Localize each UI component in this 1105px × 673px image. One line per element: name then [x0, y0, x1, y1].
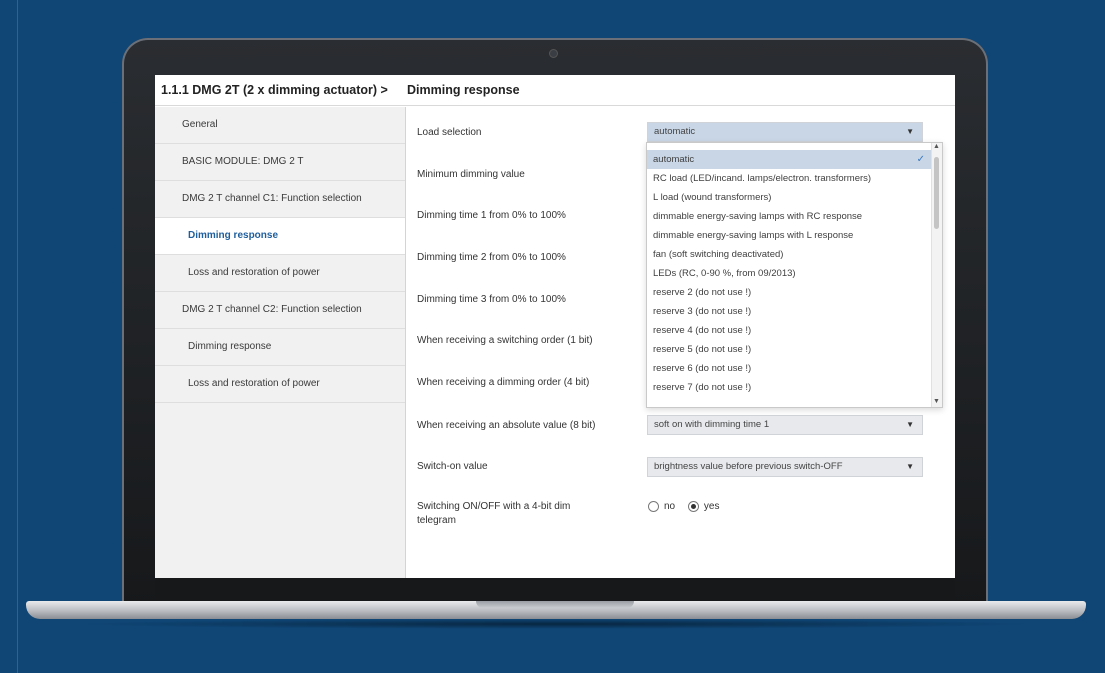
label-dimming-time-1: Dimming time 1 from 0% to 100% [417, 210, 566, 221]
dropdown-option[interactable]: dimmable energy-saving lamps with RC res… [647, 207, 931, 226]
dropdown-option[interactable]: dimmable energy-saving lamps with L resp… [647, 226, 931, 245]
label-dimming-time-3: Dimming time 3 from 0% to 100% [417, 294, 566, 305]
chevron-down-icon: ▼ [906, 462, 914, 471]
dropdown-option[interactable]: fan (soft switching deactivated) [647, 245, 931, 264]
laptop-bezel [155, 578, 955, 600]
sidebar-item-c2-dimming-response[interactable]: Dimming response [155, 329, 405, 366]
absolute-value-value: soft on with dimming time 1 [654, 419, 770, 430]
sidebar-item-c2-function-selection[interactable]: DMG 2 T channel C2: Function selection [155, 292, 405, 329]
sidebar-item-basic-module[interactable]: BASIC MODULE: DMG 2 T [155, 144, 405, 181]
dropdown-option[interactable]: reserve 3 (do not use !) [647, 302, 931, 321]
camera-icon [550, 50, 557, 57]
label-load-selection: Load selection [417, 127, 482, 138]
dropdown-option[interactable]: reserve 4 (do not use !) [647, 321, 931, 340]
label-dimming-time-2: Dimming time 2 from 0% to 100% [417, 252, 566, 263]
switch-on-value-select[interactable]: brightness value before previous switch-… [647, 457, 923, 477]
radio-no-label: no [664, 501, 676, 512]
scroll-up-arrow-icon[interactable]: ▲ [933, 143, 940, 150]
sidebar-item-c1-dimming-response[interactable]: Dimming response [155, 218, 405, 255]
label-switch-on-value: Switch-on value [417, 461, 488, 472]
dropdown-option[interactable]: RC load (LED/incand. lamps/electron. tra… [647, 169, 931, 188]
breadcrumb: 1.1.1 DMG 2T (2 x dimming actuator) > Di… [155, 75, 955, 106]
page-title: Dimming response [407, 83, 520, 97]
dropdown-option[interactable]: L load (wound transformers) [647, 188, 931, 207]
chevron-down-icon: ▼ [906, 420, 914, 429]
label-switching-4bit: Switching ON/OFF with a 4-bit dim telegr… [417, 501, 571, 526]
radio-no[interactable] [648, 501, 659, 512]
absolute-value-select[interactable]: soft on with dimming time 1 ▼ [647, 415, 923, 435]
dropdown-scrollbar[interactable]: ▲ ▼ [931, 143, 942, 407]
dropdown-option-label: automatic [653, 154, 695, 165]
label-switching-order: When receiving a switching order (1 bit) [417, 335, 593, 346]
laptop-shadow [70, 619, 1040, 629]
dropdown-option[interactable]: reserve 7 (do not use !) [647, 378, 931, 397]
scrollbar-thumb[interactable] [934, 157, 939, 229]
breadcrumb-device[interactable]: 1.1.1 DMG 2T (2 x dimming actuator) > [161, 83, 388, 97]
radio-yes[interactable] [687, 501, 699, 512]
switching-4bit-radio-group: no yes [648, 501, 729, 512]
app-screen: 1.1.1 DMG 2T (2 x dimming actuator) > Di… [155, 75, 955, 578]
label-absolute-value: When receiving an absolute value (8 bit) [417, 420, 596, 431]
load-selection-select[interactable]: automatic ▼ [647, 122, 923, 142]
label-dimming-order: When receiving a dimming order (4 bit) [417, 377, 590, 388]
chevron-down-icon: ▼ [906, 127, 914, 136]
dropdown-option[interactable]: reserve 5 (do not use !) [647, 340, 931, 359]
sidebar-item-c2-loss-restoration[interactable]: Loss and restoration of power [155, 366, 405, 403]
sidebar-item-general[interactable]: General [155, 107, 405, 144]
laptop-notch [476, 601, 634, 608]
load-selection-dropdown: automatic ✓ RC load (LED/incand. lamps/e… [646, 142, 943, 408]
dropdown-option[interactable]: automatic ✓ [647, 150, 931, 169]
sidebar: General BASIC MODULE: DMG 2 T DMG 2 T ch… [155, 107, 406, 578]
load-selection-value: automatic [654, 126, 696, 137]
dropdown-option[interactable]: LEDs (RC, 0-90 %, from 09/2013) [647, 264, 931, 283]
dropdown-option[interactable]: reserve 6 (do not use !) [647, 359, 931, 378]
radio-yes-label: yes [703, 501, 720, 512]
switch-on-value-value: brightness value before previous switch-… [654, 461, 843, 472]
background-divider-line [17, 0, 18, 673]
label-min-dimming-value: Minimum dimming value [417, 169, 525, 180]
sidebar-item-c1-loss-restoration[interactable]: Loss and restoration of power [155, 255, 405, 292]
scroll-down-arrow-icon[interactable]: ▼ [933, 398, 940, 405]
check-icon: ✓ [916, 154, 925, 165]
sidebar-item-c1-function-selection[interactable]: DMG 2 T channel C1: Function selection [155, 181, 405, 218]
dropdown-option[interactable]: reserve 2 (do not use !) [647, 283, 931, 302]
